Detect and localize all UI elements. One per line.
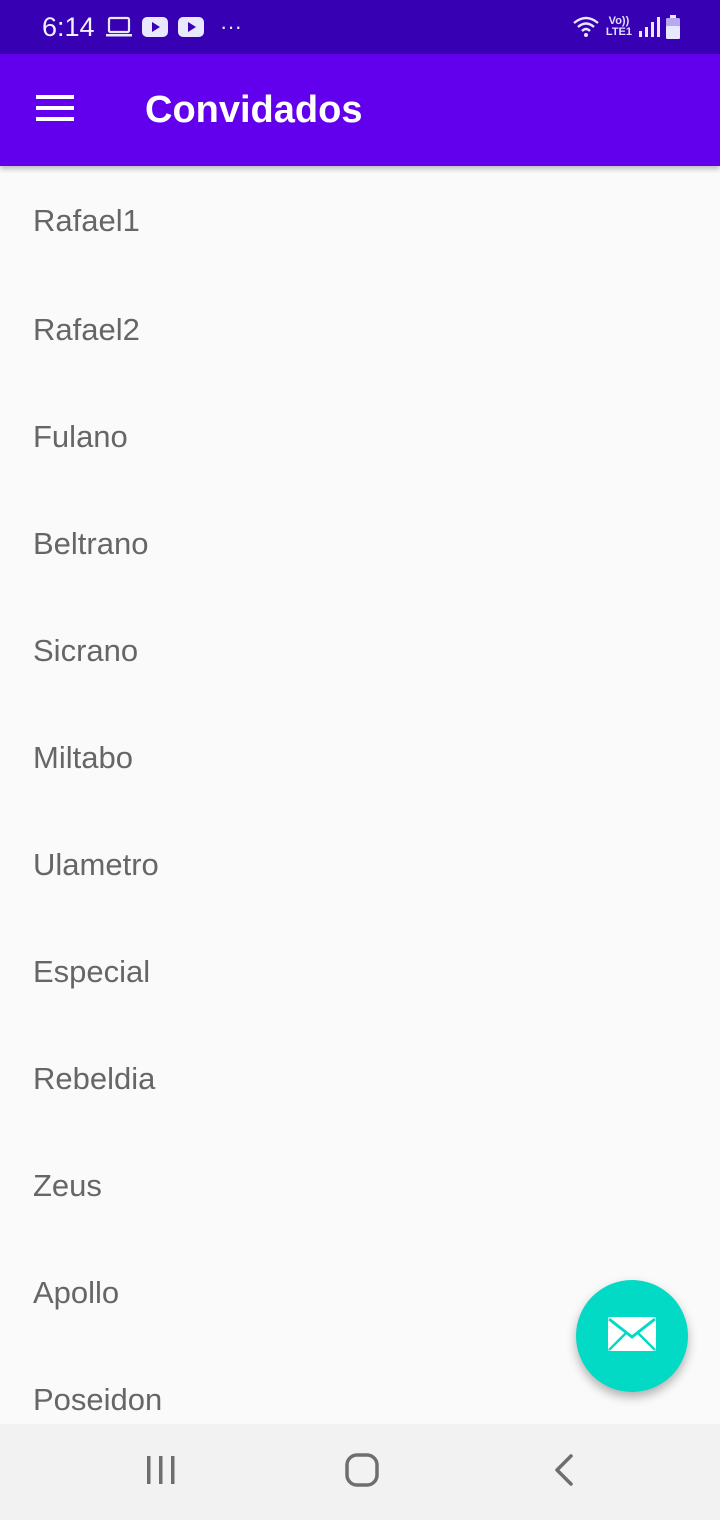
send-mail-fab[interactable] — [576, 1280, 688, 1392]
youtube-icon — [178, 17, 204, 37]
list-item[interactable]: Rebeldia — [0, 1025, 720, 1132]
system-nav-bar — [0, 1424, 720, 1520]
home-button[interactable] — [332, 1448, 392, 1496]
lte-label: LTE1 — [605, 26, 632, 38]
status-time: 6:14 — [42, 12, 95, 42]
guest-name: Ulametro — [33, 846, 159, 882]
app-bar: Convidados — [0, 54, 720, 166]
guest-name: Miltabo — [33, 739, 133, 775]
recent-apps-button[interactable] — [131, 1448, 191, 1496]
wifi-icon — [572, 16, 600, 38]
guest-name: Rebeldia — [33, 1060, 156, 1096]
list-item[interactable]: Especial — [0, 918, 720, 1025]
status-system-icons: Vo)) LTE1 — [566, 12, 680, 42]
guest-name: Sicrano — [33, 632, 139, 668]
list-item[interactable]: Miltabo — [0, 704, 720, 811]
guest-name: Especial — [33, 953, 151, 989]
guest-list[interactable]: Rafael1 Rafael2 Fulano Beltrano Sicrano … — [0, 166, 720, 1424]
list-item[interactable]: Sicrano — [0, 597, 720, 704]
mail-icon — [607, 1316, 657, 1357]
page-title: Convidados — [145, 89, 363, 131]
back-icon — [552, 1453, 576, 1492]
hamburger-menu-icon — [36, 93, 76, 128]
guest-name: Poseidon — [33, 1381, 163, 1417]
menu-button[interactable] — [22, 82, 90, 138]
more-notifications-icon: ··· — [220, 14, 242, 39]
guest-name: Beltrano — [33, 525, 149, 561]
home-icon — [345, 1452, 379, 1492]
signal-icon — [638, 16, 660, 38]
recent-apps-icon — [145, 1455, 177, 1490]
list-item[interactable]: Rafael1 — [0, 166, 720, 276]
list-item[interactable]: Rafael2 — [0, 276, 720, 383]
laptop-icon — [106, 16, 132, 38]
list-item[interactable]: Fulano — [0, 383, 720, 490]
guest-name: Apollo — [33, 1274, 120, 1310]
guest-name: Rafael1 — [33, 203, 140, 238]
youtube-icon — [142, 17, 168, 37]
guest-name: Rafael2 — [33, 311, 140, 347]
status-bar: 6:14 ··· Vo)) LTE1 — [0, 0, 720, 54]
list-item[interactable]: Beltrano — [0, 490, 720, 597]
guest-name: Zeus — [33, 1167, 102, 1203]
battery-icon — [666, 15, 680, 39]
back-button[interactable] — [534, 1448, 594, 1496]
list-item[interactable]: Ulametro — [0, 811, 720, 918]
guest-name: Fulano — [33, 418, 128, 454]
status-notification-icons: ··· — [106, 14, 252, 40]
list-item[interactable]: Zeus — [0, 1132, 720, 1239]
volte-icon: Vo)) LTE1 — [606, 16, 632, 38]
